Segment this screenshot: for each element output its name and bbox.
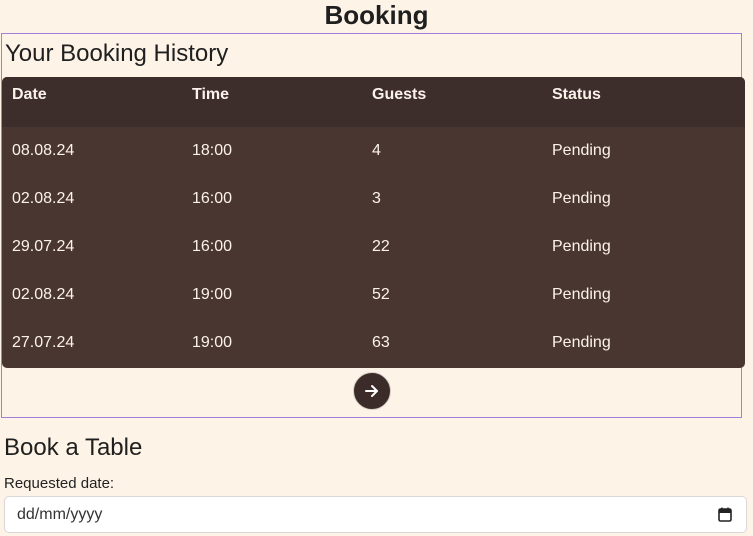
table-row: 08.08.24 18:00 4 Pending	[2, 127, 745, 175]
arrow-right-icon	[365, 385, 378, 397]
table-row: 02.08.24 16:00 3 Pending	[2, 175, 745, 223]
cell-date: 27.07.24	[12, 334, 75, 351]
next-page-button[interactable]	[353, 372, 391, 410]
cell-date: 02.08.24	[12, 286, 75, 303]
cell-status: Pending	[552, 334, 611, 351]
cell-guests: 52	[372, 286, 390, 303]
cell-status: Pending	[552, 286, 611, 303]
requested-date-label: Requested date:	[4, 475, 115, 492]
table-header-row: Date Time Guests Status	[2, 77, 745, 127]
table-row: 29.07.24 16:00 22 Pending	[2, 223, 745, 271]
table-row: 27.07.24 19:00 63 Pending	[2, 319, 745, 367]
book-table-title: Book a Table	[4, 434, 143, 461]
column-header-status: Status	[552, 86, 601, 103]
requested-date-input[interactable]: dd/mm/yyyy	[4, 496, 747, 533]
booking-history-title: Your Booking History	[5, 40, 229, 67]
cell-time: 16:00	[192, 238, 233, 255]
column-header-time: Time	[192, 86, 230, 103]
cell-time: 19:00	[192, 286, 233, 303]
cell-time: 18:00	[192, 142, 233, 159]
cell-guests: 4	[372, 142, 381, 159]
cell-guests: 63	[372, 334, 390, 351]
cell-time: 19:00	[192, 334, 233, 351]
cell-guests: 22	[372, 238, 390, 255]
cell-status: Pending	[552, 238, 611, 255]
table-body: 08.08.24 18:00 4 Pending 02.08.24 16:00 …	[2, 127, 745, 367]
cell-date: 29.07.24	[12, 238, 75, 255]
booking-history-section: Your Booking History Date Time Guests St…	[1, 33, 745, 418]
booking-history-table: Date Time Guests Status 08.08.24 18:00 4…	[2, 77, 745, 368]
cell-guests: 3	[372, 190, 381, 207]
page-title: Booking	[324, 0, 429, 30]
calendar-icon[interactable]	[718, 507, 732, 522]
cell-date: 08.08.24	[12, 142, 75, 159]
cell-date: 02.08.24	[12, 190, 75, 207]
cell-status: Pending	[552, 190, 611, 207]
column-header-date: Date	[12, 86, 47, 103]
table-row: 02.08.24 19:00 52 Pending	[2, 271, 745, 319]
cell-status: Pending	[552, 142, 611, 159]
column-header-guests: Guests	[372, 86, 427, 103]
date-placeholder: dd/mm/yyyy	[17, 505, 103, 523]
cell-time: 16:00	[192, 190, 233, 207]
